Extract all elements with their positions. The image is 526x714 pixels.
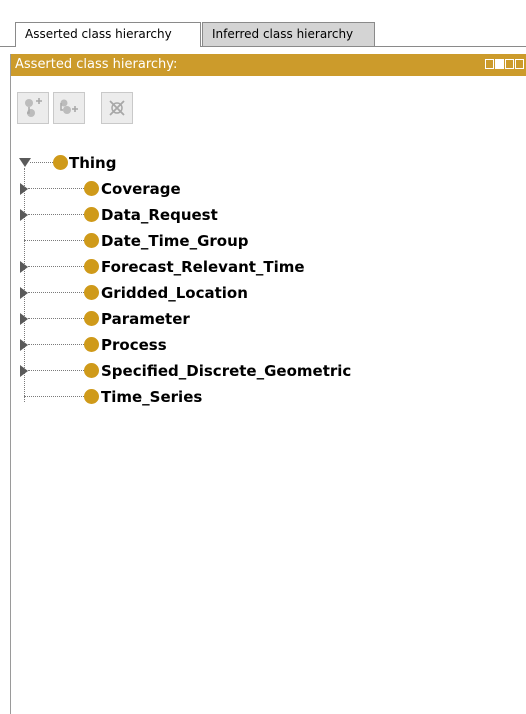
split-view-icon[interactable] <box>495 59 504 69</box>
tree-node-parameter[interactable]: Parameter <box>19 306 259 332</box>
class-icon <box>53 155 68 170</box>
class-icon <box>84 207 99 222</box>
class-hierarchy-panel: Asserted class hierarchy: Thing Coverage… <box>10 54 526 714</box>
view-controls <box>485 59 524 69</box>
delete-class-button[interactable] <box>101 92 133 124</box>
class-icon <box>84 337 99 352</box>
tree-node-forecast-relevant-time[interactable]: Forecast_Relevant_Time <box>19 254 339 280</box>
expand-icon[interactable] <box>20 287 28 299</box>
tree-node-label: Process <box>101 336 167 354</box>
tree-node-thing[interactable]: Thing <box>19 150 179 176</box>
expand-icon[interactable] <box>20 339 28 351</box>
expand-icon[interactable] <box>20 183 28 195</box>
add-subclass-button[interactable] <box>17 92 49 124</box>
panel-title: Asserted class hierarchy: <box>15 57 178 72</box>
tree-node-label: Date_Time_Group <box>101 232 249 250</box>
tree-node-label: Time_Series <box>101 388 203 406</box>
class-icon <box>84 389 99 404</box>
expand-icon[interactable] <box>20 365 28 377</box>
tree-node-label: Coverage <box>101 180 181 198</box>
tree-node-label: Forecast_Relevant_Time <box>101 258 305 276</box>
add-sibling-class-icon <box>60 99 78 114</box>
tree-node-gridded-location[interactable]: Gridded_Location <box>19 280 299 306</box>
add-sibling-class-button[interactable] <box>53 92 85 124</box>
class-icon <box>84 311 99 326</box>
tree-node-label: Thing <box>69 154 117 172</box>
tree-node-date-time-group[interactable]: Date_Time_Group <box>19 228 279 254</box>
tree-node-label: Parameter <box>101 310 190 328</box>
class-icon <box>84 181 99 196</box>
panel-title-bar: Asserted class hierarchy: <box>11 54 526 76</box>
expand-icon[interactable] <box>20 261 28 273</box>
tree-node-label: Specified_Discrete_Geometric <box>101 362 352 380</box>
float-view-icon[interactable] <box>505 59 514 69</box>
expand-icon[interactable] <box>20 209 28 221</box>
add-subclass-icon <box>25 98 42 117</box>
tab-label: Inferred class hierarchy <box>212 27 354 41</box>
tree-node-label: Gridded_Location <box>101 284 248 302</box>
class-icon <box>84 233 99 248</box>
tab-asserted-class-hierarchy[interactable]: Asserted class hierarchy <box>15 22 201 47</box>
delete-class-icon <box>109 100 125 116</box>
tree-node-specified-discrete-geometric[interactable]: Specified_Discrete_Geometric <box>19 358 419 384</box>
tree-node-coverage[interactable]: Coverage <box>19 176 279 202</box>
tab-inferred-class-hierarchy[interactable]: Inferred class hierarchy <box>202 22 375 46</box>
class-icon <box>84 285 99 300</box>
hierarchy-toolbar <box>17 92 133 126</box>
tab-strip: Asserted class hierarchy Inferred class … <box>0 0 526 54</box>
pin-view-icon[interactable] <box>485 59 494 69</box>
expand-icon[interactable] <box>20 313 28 325</box>
tab-label: Asserted class hierarchy <box>25 27 172 41</box>
tree-node-process[interactable]: Process <box>19 332 259 358</box>
tree-node-data-request[interactable]: Data_Request <box>19 202 279 228</box>
close-view-icon[interactable] <box>515 59 524 69</box>
class-icon <box>84 363 99 378</box>
tree-node-time-series[interactable]: Time_Series <box>19 384 259 410</box>
tree-node-label: Data_Request <box>101 206 218 224</box>
class-icon <box>84 259 99 274</box>
